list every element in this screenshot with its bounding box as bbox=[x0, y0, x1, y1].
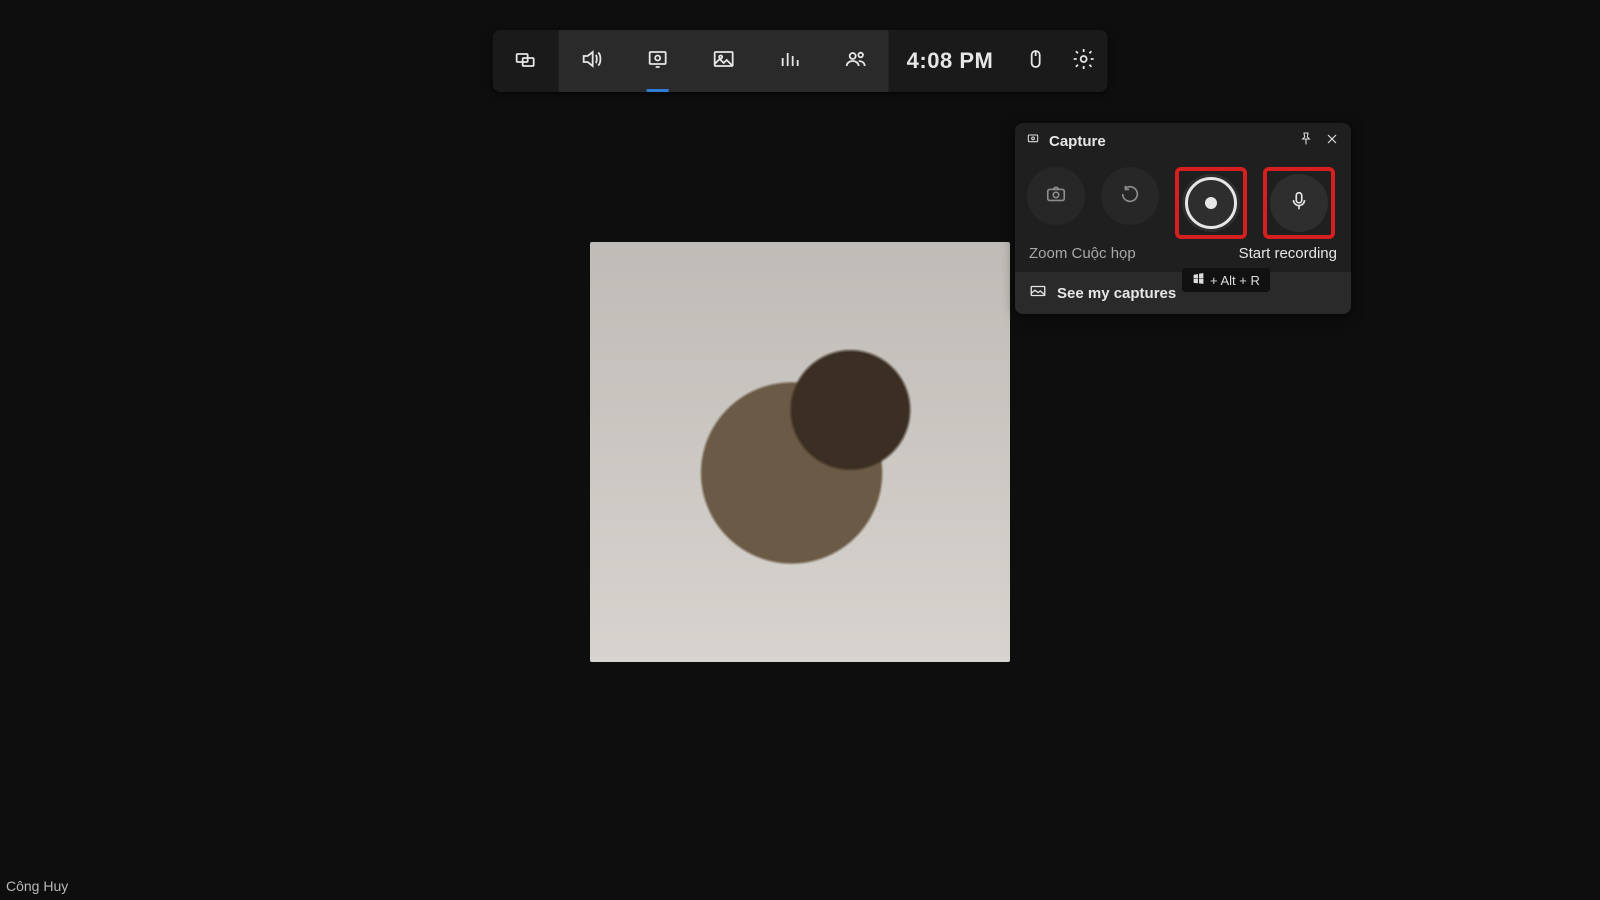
speaker-icon bbox=[580, 47, 604, 76]
gamebar: 4:08 PM bbox=[493, 30, 1108, 92]
close-icon bbox=[1324, 131, 1340, 152]
mic-highlight-box bbox=[1263, 167, 1335, 239]
widgets-icon bbox=[514, 47, 538, 76]
record-last-button[interactable] bbox=[1101, 167, 1159, 225]
audio-button[interactable] bbox=[559, 30, 625, 92]
shortcut-text: + Alt + R bbox=[1210, 273, 1260, 288]
capture-tab-button[interactable] bbox=[625, 30, 691, 92]
record-highlight-box bbox=[1175, 167, 1247, 239]
record-shortcut-tooltip: + Alt + R bbox=[1182, 268, 1270, 292]
mic-toggle-button[interactable] bbox=[1270, 174, 1328, 232]
bar-chart-icon bbox=[778, 47, 802, 76]
clock: 4:08 PM bbox=[889, 48, 1012, 74]
rewind-icon bbox=[1119, 183, 1141, 210]
image-icon bbox=[712, 47, 736, 76]
pin-icon bbox=[1298, 131, 1314, 152]
capture-header[interactable]: Capture bbox=[1015, 123, 1351, 159]
captures-folder-icon bbox=[1029, 282, 1047, 304]
start-recording-button[interactable] bbox=[1182, 174, 1240, 232]
settings-button[interactable] bbox=[1059, 30, 1107, 92]
screenshot-button[interactable] bbox=[1027, 167, 1085, 225]
see-my-captures-label: See my captures bbox=[1057, 285, 1176, 302]
people-icon bbox=[844, 47, 868, 76]
widgets-button[interactable] bbox=[493, 30, 559, 92]
microphone-icon bbox=[1288, 190, 1310, 217]
mouse-icon bbox=[1023, 47, 1047, 76]
record-icon bbox=[1185, 177, 1237, 229]
capture-widget-icon bbox=[1025, 131, 1041, 152]
performance-button[interactable] bbox=[757, 30, 823, 92]
pin-button[interactable] bbox=[1297, 132, 1315, 150]
xbox-social-button[interactable] bbox=[823, 30, 889, 92]
capture-title: Capture bbox=[1049, 133, 1289, 150]
camera-icon bbox=[1045, 183, 1067, 210]
mouse-button[interactable] bbox=[1011, 30, 1059, 92]
windows-key-icon bbox=[1192, 272, 1205, 288]
record-button-label: Start recording bbox=[1239, 245, 1337, 262]
capture-icon bbox=[646, 47, 670, 76]
gear-icon bbox=[1071, 47, 1095, 76]
video-content bbox=[590, 242, 1010, 662]
close-button[interactable] bbox=[1323, 132, 1341, 150]
capture-source-label: Zoom Cuộc họp bbox=[1029, 245, 1239, 262]
participant-name-overlay: Công Huy bbox=[6, 878, 68, 894]
gallery-button[interactable] bbox=[691, 30, 757, 92]
